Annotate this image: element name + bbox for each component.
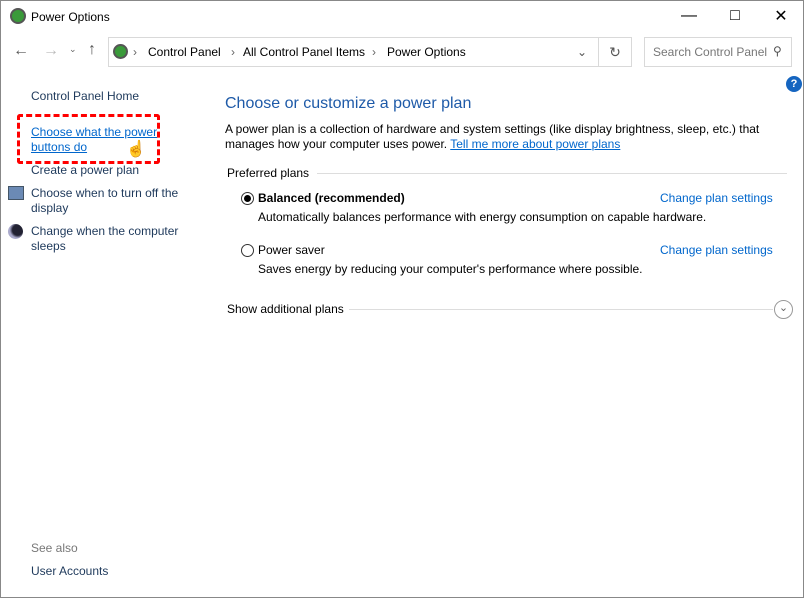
close-button[interactable]: ✕ xyxy=(758,1,804,31)
divider xyxy=(349,309,773,310)
computer-sleeps-link[interactable]: Change when the computer sleeps xyxy=(31,224,191,254)
see-also-label: See also xyxy=(31,541,78,555)
control-panel-home-link[interactable]: Control Panel Home xyxy=(31,89,139,103)
sleep-moon-icon xyxy=(8,224,23,239)
address-bar[interactable]: › Control Panel › All Control Panel Item… xyxy=(108,37,599,67)
plan-desc: Automatically balances performance with … xyxy=(258,210,707,224)
back-icon[interactable]: ← xyxy=(13,42,29,60)
divider xyxy=(317,173,787,174)
intro-text: A power plan is a collection of hardware… xyxy=(225,122,770,152)
turn-off-display-link[interactable]: Choose when to turn off the display xyxy=(31,186,191,216)
crumb-all-items[interactable]: All Control Panel Items xyxy=(243,45,365,59)
plan-name: Balanced (recommended) xyxy=(258,191,405,205)
power-saver-radio[interactable] xyxy=(241,244,254,257)
help-icon[interactable]: ? xyxy=(786,76,802,92)
search-icon: ⚲ xyxy=(773,44,782,58)
crumb-power-options[interactable]: Power Options xyxy=(387,45,466,59)
window-title: Power Options xyxy=(31,10,110,24)
balanced-radio[interactable] xyxy=(241,192,254,205)
up-icon[interactable]: ↑ xyxy=(88,41,96,59)
search-input[interactable]: Search Control Panel ⚲ xyxy=(644,37,792,67)
change-plan-settings-link[interactable]: Change plan settings xyxy=(660,191,773,205)
create-power-plan-link[interactable]: Create a power plan xyxy=(31,163,139,177)
page-title: Choose or customize a power plan xyxy=(225,95,472,112)
show-additional-plans-label[interactable]: Show additional plans xyxy=(227,302,344,316)
minimize-button[interactable]: — xyxy=(666,1,712,31)
separator-icon: › xyxy=(133,45,137,59)
preferred-plans-label: Preferred plans xyxy=(227,166,310,180)
address-icon xyxy=(113,44,128,59)
hand-cursor-icon: ☝ xyxy=(126,141,146,158)
address-dropdown-icon[interactable]: ⌄ xyxy=(577,45,587,59)
user-accounts-link[interactable]: User Accounts xyxy=(31,564,108,578)
display-clock-icon xyxy=(8,186,24,200)
crumb-control-panel[interactable]: Control Panel xyxy=(148,45,221,59)
forward-icon[interactable]: → xyxy=(43,42,59,60)
expand-chevron-icon[interactable]: ⌄ xyxy=(774,300,793,319)
maximize-button[interactable]: □ xyxy=(712,1,758,31)
search-placeholder: Search Control Panel xyxy=(653,45,768,59)
tell-me-more-link[interactable]: Tell me more about power plans xyxy=(450,137,620,151)
separator-icon: › xyxy=(231,45,235,59)
refresh-button[interactable]: ↻ xyxy=(598,37,632,67)
separator-icon: › xyxy=(372,45,376,59)
recent-chevron-icon[interactable]: ⌄ xyxy=(69,44,77,55)
change-plan-settings-link[interactable]: Change plan settings xyxy=(660,243,773,257)
plan-desc: Saves energy by reducing your computer's… xyxy=(258,262,643,276)
plan-name: Power saver xyxy=(258,243,325,257)
power-options-icon xyxy=(10,8,26,24)
